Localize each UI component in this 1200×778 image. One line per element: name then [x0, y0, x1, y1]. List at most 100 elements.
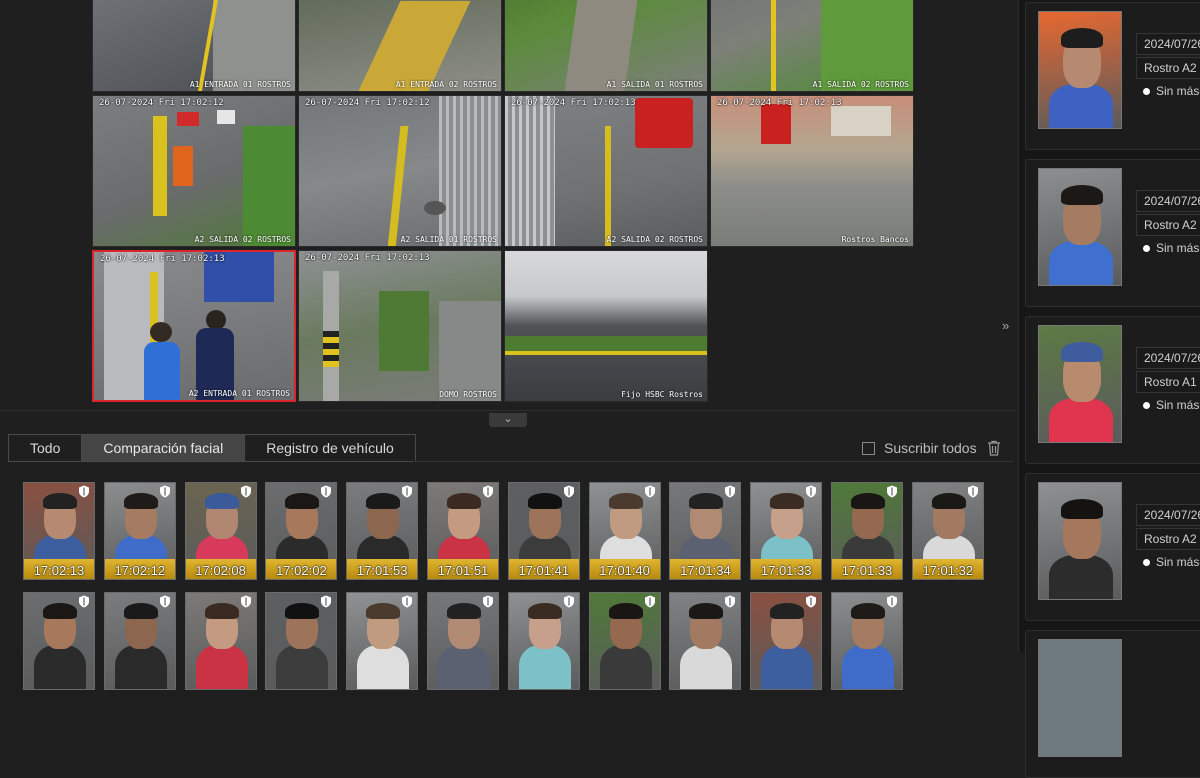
alert-date: 2024/07/26 — [1136, 33, 1200, 55]
alert-card[interactable]: 2024/07/26 Rostro A2 E Sin másc — [1025, 159, 1200, 307]
camera-name: A2 ENTRADA 01 ROSTROS — [188, 389, 290, 398]
person-hair — [770, 603, 805, 619]
shield-icon — [79, 595, 89, 608]
capture-time: 17:01:34 — [680, 563, 731, 578]
face-capture-card[interactable]: 17:01:53 — [346, 482, 419, 580]
alert-card[interactable]: 2024/07/26 Rostro A2 S Sin másc — [1025, 473, 1200, 621]
shield-icon — [725, 485, 736, 498]
face-capture-card[interactable]: 17:01:41 — [507, 482, 580, 580]
capture-time: 17:02:02 — [276, 563, 327, 578]
capture-time: 17:01:53 — [356, 563, 408, 578]
mask-label: Sin másc — [1156, 398, 1200, 412]
camera-name: A1 SALIDA 02 ROSTROS — [812, 80, 909, 89]
face-capture-card[interactable] — [831, 592, 903, 690]
camera-tile[interactable]: A1 SALIDA 02 ROSTROS — [710, 0, 914, 92]
alert-face-thumbnail[interactable] — [1038, 482, 1122, 600]
alert-date: 2024/07/26 — [1136, 504, 1200, 526]
person-hair — [43, 493, 77, 509]
capture-time: 17:01:51 — [437, 563, 489, 578]
face-capture-card[interactable]: 17:01:33 — [750, 482, 823, 580]
camera-tile[interactable]: 26-07-2024 Fri 17:02:13 DOMO ROSTROS — [298, 250, 502, 402]
face-capture-card[interactable] — [588, 592, 661, 690]
camera-tile[interactable]: A1 ENTRADA 02 ROSTROS — [298, 0, 502, 92]
face-capture-card[interactable]: 17:02:12 — [103, 482, 176, 580]
person-hair — [689, 603, 724, 619]
face-capture-card[interactable] — [669, 592, 742, 690]
shield-icon — [483, 595, 493, 608]
alert-face-thumbnail[interactable] — [1038, 168, 1122, 286]
face-capture-card[interactable]: 17:02:13 — [23, 482, 95, 580]
capture-time: 17:01:32 — [922, 563, 974, 578]
alert-camera-label: Rostro A1 S — [1136, 371, 1200, 393]
capture-time: 17:02:13 — [33, 563, 85, 578]
face-capture-card[interactable] — [23, 592, 95, 690]
person-hair — [285, 493, 320, 509]
camera-tile[interactable]: 26-07-2024 Fri 17:02:12 A2 SALIDA 02 ROS… — [92, 95, 296, 247]
camera-name: A1 SALIDA 01 ROSTROS — [606, 80, 703, 89]
tab-comparacion-facial[interactable]: Comparación facial — [82, 435, 246, 461]
camera-tile[interactable]: 26-07-2024 Fri 17:02:13 A2 SALIDA 02 ROS… — [504, 95, 708, 247]
face-capture-card[interactable] — [184, 592, 257, 690]
capture-time: 17:02:08 — [195, 563, 246, 578]
status-dot — [1143, 244, 1150, 252]
face-capture-card[interactable]: 17:01:32 — [911, 482, 984, 580]
capture-time: 17:01:41 — [518, 563, 570, 578]
status-dot — [1143, 401, 1150, 409]
camera-name: Fijo HSBC Rostros — [621, 390, 703, 399]
face-capture-card[interactable] — [750, 592, 823, 690]
alert-face-thumbnail[interactable] — [1038, 639, 1122, 757]
alert-face-thumbnail[interactable] — [1038, 11, 1122, 129]
alert-card[interactable]: 2024/07/26 Rostro A2 E Sin másc — [1025, 2, 1200, 150]
shield-icon — [483, 485, 493, 498]
face-capture-card[interactable]: 17:01:40 — [588, 482, 661, 580]
trash-icon[interactable] — [987, 440, 1001, 456]
camera-tile[interactable]: A1 SALIDA 01 ROSTROS — [504, 0, 708, 92]
face-capture-card[interactable] — [265, 592, 338, 690]
camera-tile[interactable]: 26-07-2024 Fri 17:02:13 Rostros Bancos — [710, 95, 914, 247]
subscribe-all-toggle[interactable]: Suscribir todos — [862, 440, 977, 456]
mask-label: Sin másc — [1156, 84, 1200, 98]
face-capture-card[interactable]: 17:02:08 — [184, 482, 257, 580]
face-capture-card[interactable] — [507, 592, 580, 690]
alert-date: 2024/07/26 — [1136, 347, 1200, 369]
alert-face-thumbnail[interactable] — [1038, 325, 1122, 443]
face-capture-card[interactable]: 17:01:51 — [427, 482, 499, 580]
person-hair — [366, 603, 401, 619]
face-capture-card[interactable] — [427, 592, 499, 690]
status-dot — [1143, 87, 1150, 95]
face-capture-card[interactable] — [103, 592, 176, 690]
capture-time: 17:02:12 — [114, 563, 166, 578]
face-capture-card[interactable]: 17:01:33 — [831, 482, 903, 580]
person-hair — [1061, 342, 1103, 362]
alert-panel: 2024/07/26 Rostro A2 E Sin másc 2024/07/… — [1018, 0, 1200, 778]
face-capture-card[interactable]: 17:01:34 — [669, 482, 742, 580]
face-capture-card[interactable] — [346, 592, 419, 690]
double-chevron-down-icon[interactable]: ⌄ — [489, 413, 527, 427]
person-hair — [689, 493, 724, 509]
shield-icon — [321, 595, 332, 608]
alert-card[interactable] — [1025, 630, 1200, 778]
camera-tile-selected[interactable]: 26-07-2024 Fri 17:02:13 A2 ENTRADA 01 RO… — [92, 250, 296, 402]
alert-mask-status: Sin másc — [1136, 238, 1200, 258]
person-hair — [366, 493, 401, 509]
shield-icon — [887, 595, 897, 608]
alert-info: 2024/07/26 Rostro A2 E Sin másc — [1136, 190, 1200, 258]
subscribe-label: Suscribir todos — [884, 440, 977, 456]
shield-icon — [402, 595, 413, 608]
person-hair — [447, 493, 481, 509]
camera-name: A1 ENTRADA 02 ROSTROS — [395, 80, 497, 89]
double-chevron-right-icon[interactable]: » — [1002, 318, 1009, 333]
tab-registro-vehiculo[interactable]: Registro de vehículo — [245, 435, 415, 461]
shield-icon — [725, 595, 736, 608]
tab-todo[interactable]: Todo — [9, 435, 83, 461]
camera-tile[interactable]: A1 ENTRADA 01 ROSTROS — [92, 0, 296, 92]
person-figure — [1049, 241, 1113, 285]
subscribe-checkbox[interactable] — [862, 441, 875, 455]
person-hair — [1061, 185, 1103, 205]
camera-tile[interactable]: Fijo HSBC Rostros — [504, 250, 708, 402]
camera-name: DOMO ROSTROS — [439, 390, 497, 399]
camera-tile[interactable]: 26-07-2024 Fri 17:02:12 A2 SALIDA 01 ROS… — [298, 95, 502, 247]
face-capture-card[interactable]: 17:02:02 — [265, 482, 338, 580]
camera-timestamp: 26-07-2024 Fri 17:02:12 — [99, 98, 224, 108]
alert-card[interactable]: 2024/07/26 Rostro A1 S Sin másc — [1025, 316, 1200, 464]
